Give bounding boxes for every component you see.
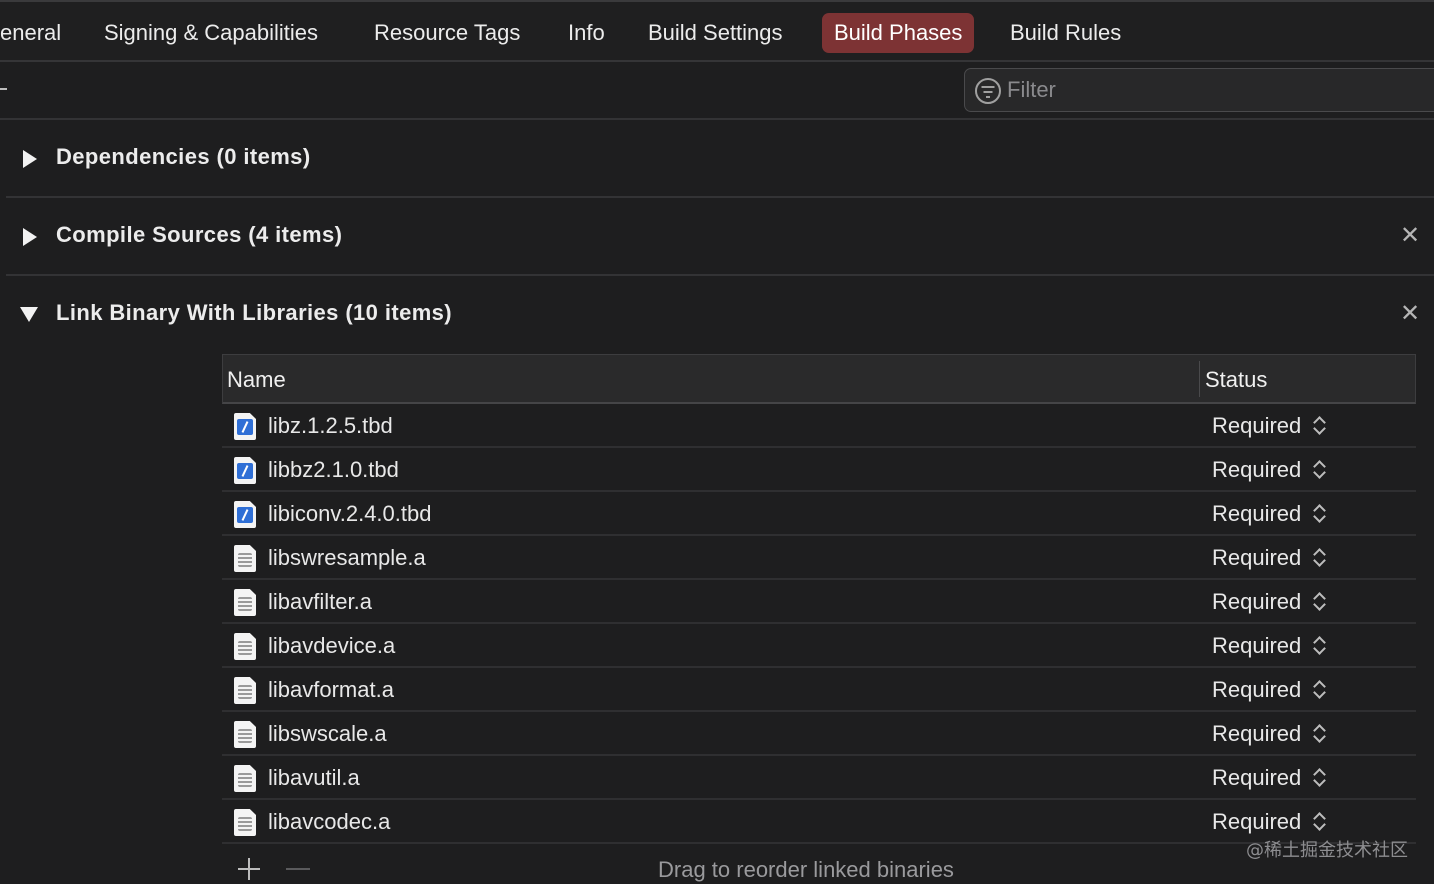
table-row[interactable]: libavdevice.a Required xyxy=(222,624,1416,668)
tbd-file-icon xyxy=(234,457,256,484)
library-name: libiconv.2.4.0.tbd xyxy=(268,501,432,526)
table-row[interactable]: libswresample.a Required xyxy=(222,536,1416,580)
table-row[interactable]: libbz2.1.0.tbd Required xyxy=(222,448,1416,492)
library-name: libswscale.a xyxy=(268,721,387,746)
column-header-status[interactable]: Status xyxy=(1205,367,1267,393)
add-phase-indicator xyxy=(0,88,7,90)
static-library-icon xyxy=(234,809,256,836)
tbd-file-icon xyxy=(234,413,256,440)
column-divider[interactable] xyxy=(1199,361,1200,397)
remove-library-minus-icon[interactable] xyxy=(286,868,310,870)
static-library-icon xyxy=(234,765,256,792)
remove-phase-close-icon[interactable]: ✕ xyxy=(1398,302,1422,326)
table-row[interactable]: libavcodec.a Required xyxy=(222,800,1416,844)
tab-general[interactable]: eneral xyxy=(0,13,73,53)
library-name: libavdevice.a xyxy=(268,633,396,658)
table-header: Name Status xyxy=(222,354,1416,404)
tab-resource-tags[interactable]: Resource Tags xyxy=(362,13,532,53)
disclosure-triangle-collapsed-icon[interactable] xyxy=(20,226,42,248)
up-down-chevron-icon[interactable] xyxy=(1312,766,1328,790)
library-name: libz.1.2.5.tbd xyxy=(268,413,393,438)
status-popup[interactable]: Required xyxy=(1212,501,1301,527)
tab-build-rules[interactable]: Build Rules xyxy=(998,13,1133,53)
tab-info[interactable]: Info xyxy=(556,13,617,53)
column-header-name[interactable]: Name xyxy=(227,367,286,393)
section-link-binary-with-libraries: Link Binary With Libraries (10 items) ✕ xyxy=(6,276,1434,354)
up-down-chevron-icon[interactable] xyxy=(1312,414,1328,438)
up-down-chevron-icon[interactable] xyxy=(1312,590,1328,614)
up-down-chevron-icon[interactable] xyxy=(1312,634,1328,658)
tab-build-settings[interactable]: Build Settings xyxy=(636,13,795,53)
disclosure-triangle-expanded-icon[interactable] xyxy=(20,304,42,326)
table-row[interactable]: libavutil.a Required xyxy=(222,756,1416,800)
up-down-chevron-icon[interactable] xyxy=(1312,678,1328,702)
drag-reorder-hint: Drag to reorder linked binaries xyxy=(658,857,954,882)
table-row[interactable]: libavfilter.a Required xyxy=(222,580,1416,624)
remove-phase-close-icon[interactable]: ✕ xyxy=(1398,224,1422,248)
library-name: libavformat.a xyxy=(268,677,394,702)
status-popup[interactable]: Required xyxy=(1212,677,1301,703)
section-title[interactable]: Compile Sources (4 items) xyxy=(56,222,342,248)
up-down-chevron-icon[interactable] xyxy=(1312,810,1328,834)
add-library-plus-icon[interactable] xyxy=(236,856,262,882)
status-popup[interactable]: Required xyxy=(1212,413,1301,439)
section-dependencies: Dependencies (0 items) xyxy=(6,120,1434,198)
library-name: libavcodec.a xyxy=(268,809,391,834)
watermark: @稀土掘金技术社区 xyxy=(1246,840,1408,861)
section-title[interactable]: Link Binary With Libraries (10 items) xyxy=(56,300,452,326)
status-popup[interactable]: Required xyxy=(1212,545,1301,571)
static-library-icon xyxy=(234,545,256,572)
section-compile-sources: Compile Sources (4 items) ✕ xyxy=(6,198,1434,276)
status-popup[interactable]: Required xyxy=(1212,809,1301,835)
filter-field[interactable] xyxy=(964,68,1434,112)
status-popup[interactable]: Required xyxy=(1212,721,1301,747)
linked-libraries-table: Name Status libz.1.2.5.tbd Required libb… xyxy=(222,354,1416,846)
table-row[interactable]: libz.1.2.5.tbd Required xyxy=(222,404,1416,448)
disclosure-triangle-collapsed-icon[interactable] xyxy=(20,148,42,170)
table-row[interactable]: libswscale.a Required xyxy=(222,712,1416,756)
static-library-icon xyxy=(234,677,256,704)
static-library-icon xyxy=(234,633,256,660)
library-name: libavfilter.a xyxy=(268,589,372,614)
tab-build-phases[interactable]: Build Phases xyxy=(822,13,975,53)
status-popup[interactable]: Required xyxy=(1212,589,1301,615)
up-down-chevron-icon[interactable] xyxy=(1312,546,1328,570)
up-down-chevron-icon[interactable] xyxy=(1312,458,1328,482)
static-library-icon xyxy=(234,589,256,616)
up-down-chevron-icon[interactable] xyxy=(1312,722,1328,746)
status-popup[interactable]: Required xyxy=(1212,765,1301,791)
library-name: libbz2.1.0.tbd xyxy=(268,457,399,482)
table-row[interactable]: libavformat.a Required xyxy=(222,668,1416,712)
tab-signing-capabilities[interactable]: Signing & Capabilities xyxy=(92,13,330,53)
status-popup[interactable]: Required xyxy=(1212,457,1301,483)
static-library-icon xyxy=(234,721,256,748)
build-phases-editor: eneral Signing & Capabilities Resource T… xyxy=(0,0,1434,884)
table-row[interactable]: libiconv.2.4.0.tbd Required xyxy=(222,492,1416,536)
library-name: libavutil.a xyxy=(268,765,360,790)
section-title[interactable]: Dependencies (0 items) xyxy=(56,144,311,170)
tbd-file-icon xyxy=(234,501,256,528)
filter-input[interactable] xyxy=(1007,69,1427,111)
library-name: libswresample.a xyxy=(268,545,426,570)
editor-tab-bar: eneral Signing & Capabilities Resource T… xyxy=(0,0,1434,62)
up-down-chevron-icon[interactable] xyxy=(1312,502,1328,526)
status-popup[interactable]: Required xyxy=(1212,633,1301,659)
filter-icon xyxy=(975,78,1001,104)
